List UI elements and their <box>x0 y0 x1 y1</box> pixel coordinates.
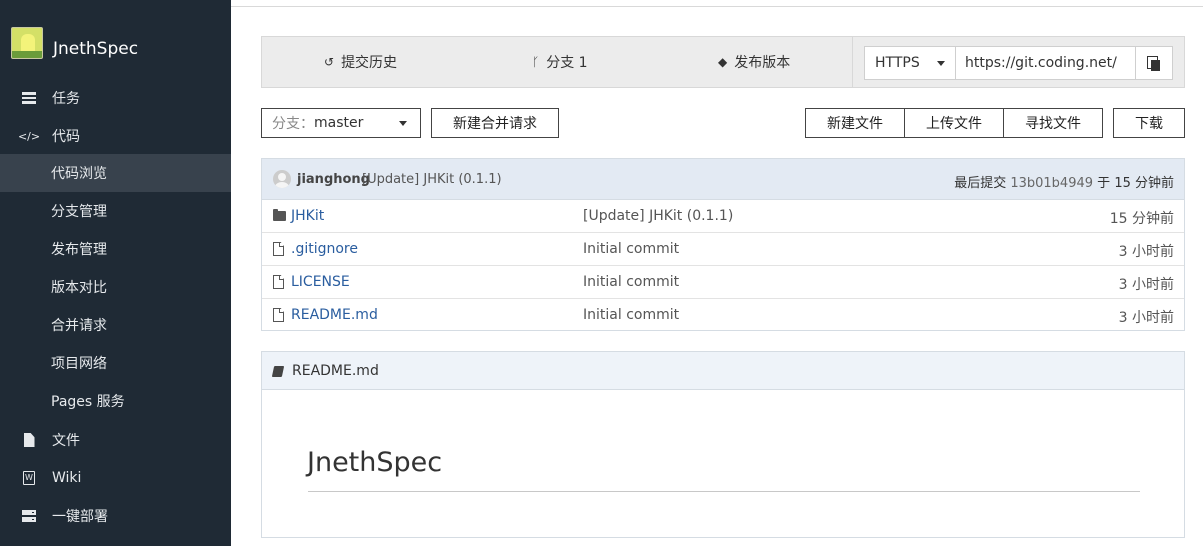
branch-prefix: 分支： <box>272 116 314 132</box>
file-name-link[interactable]: .gitignore <box>291 241 358 257</box>
tag-icon: ◆ <box>718 55 728 69</box>
file-table: jianghong [Update] JHKit (0.1.1) 最后提交 13… <box>261 158 1185 331</box>
project-avatar <box>11 27 43 59</box>
folder-icon <box>273 209 286 221</box>
file-icon <box>273 308 284 323</box>
latest-label: 最后提交 <box>954 176 1007 191</box>
sidebar-item-pages[interactable]: Pages 服务 <box>0 382 231 420</box>
top-divider <box>231 6 1203 7</box>
branch-select[interactable]: 分支： master <box>261 108 421 138</box>
branch-value: master <box>314 115 364 131</box>
sidebar-item-label: 项目网络 <box>51 356 107 372</box>
commit-history-link[interactable]: ↺ 提交历史 <box>324 37 397 87</box>
clone-panel: HTTPS https://git.coding.net/ <box>853 36 1185 88</box>
repo-stats-bar: ↺ 提交历史 ᚴ 分支 1 ◆ 发布版本 <box>261 36 853 88</box>
readme-panel: README.md JnethSpec <box>261 351 1185 538</box>
user-avatar <box>273 170 291 188</box>
sidebar-item-code-browse[interactable]: 代码浏览 <box>0 154 231 192</box>
readme-filename: README.md <box>292 363 379 379</box>
copy-icon <box>1147 55 1161 71</box>
sidebar-item-label: 发布管理 <box>51 242 107 258</box>
file-icon <box>273 275 284 290</box>
file-commit-message[interactable]: [Update] JHKit (0.1.1) <box>583 208 733 224</box>
sidebar-item-wiki[interactable]: W Wiki <box>0 459 231 497</box>
file-time: 3 小时前 <box>1118 310 1174 326</box>
caret-down-icon <box>937 61 945 66</box>
file-time: 3 小时前 <box>1118 277 1174 293</box>
file-name-link[interactable]: README.md <box>291 307 378 323</box>
table-row: LICENSE Initial commit 3 小时前 <box>262 266 1184 299</box>
branch-icon: ᚴ <box>532 55 540 69</box>
caret-down-icon <box>399 121 407 126</box>
sidebar-item-label: 代码 <box>52 129 80 145</box>
sidebar-item-compare[interactable]: 版本对比 <box>0 268 231 306</box>
file-commit-message[interactable]: Initial commit <box>583 241 679 257</box>
project-header[interactable]: JnethSpec <box>0 6 231 78</box>
sidebar-item-label: 版本对比 <box>51 280 107 296</box>
new-file-button[interactable]: 新建文件 <box>805 108 905 138</box>
sidebar-item-label: 文件 <box>52 433 80 449</box>
commit-time: 15 分钟前 <box>1114 176 1174 191</box>
file-icon <box>273 242 284 257</box>
sidebar-item-label: 合并请求 <box>51 318 107 334</box>
project-name: JnethSpec <box>53 39 139 59</box>
commit-hash[interactable]: 13b01b4949 <box>1010 176 1093 191</box>
file-name-link[interactable]: JHKit <box>291 208 324 224</box>
commit-message[interactable]: [Update] JHKit (0.1.1) <box>362 172 502 187</box>
file-icon <box>22 433 36 447</box>
sidebar-item-releases[interactable]: 发布管理 <box>0 230 231 268</box>
file-commit-message[interactable]: Initial commit <box>583 274 679 290</box>
sidebar-item-label: 分支管理 <box>51 204 107 220</box>
sidebar-item-deploy[interactable]: 一键部署 <box>0 497 231 535</box>
copy-button[interactable] <box>1135 46 1173 80</box>
commit-author[interactable]: jianghong <box>297 172 370 187</box>
protocol-select[interactable]: HTTPS <box>864 46 956 80</box>
sidebar-item-label: 任务 <box>52 91 80 107</box>
sidebar-item-code[interactable]: </> 代码 <box>0 117 231 155</box>
file-commit-message[interactable]: Initial commit <box>583 307 679 323</box>
upload-file-button[interactable]: 上传文件 <box>904 108 1004 138</box>
latest-commit-info: 最后提交 13b01b4949 于 15 分钟前 <box>954 172 1174 191</box>
branches-link[interactable]: ᚴ 分支 1 <box>532 37 588 87</box>
heading-divider <box>308 491 1140 492</box>
download-button[interactable]: 下载 <box>1113 108 1185 138</box>
releases-label: 发布版本 <box>734 55 791 71</box>
sidebar: JnethSpec 任务 </> 代码 代码浏览 分支管理 发布管理 版本对比 … <box>0 0 231 546</box>
latest-commit-header: jianghong [Update] JHKit (0.1.1) 最后提交 13… <box>262 159 1184 200</box>
sidebar-item-label: 一键部署 <box>52 509 108 525</box>
sidebar-item-tasks[interactable]: 任务 <box>0 79 231 117</box>
find-file-button[interactable]: 寻找文件 <box>1003 108 1103 138</box>
history-icon: ↺ <box>324 55 335 69</box>
code-icon: </> <box>17 129 41 143</box>
file-time: 15 分钟前 <box>1109 211 1174 227</box>
sidebar-item-files[interactable]: 文件 <box>0 421 231 459</box>
sidebar-item-branches[interactable]: 分支管理 <box>0 192 231 230</box>
file-time: 3 小时前 <box>1118 244 1174 260</box>
commit-history-label: 提交历史 <box>341 55 398 71</box>
sidebar-item-label: Wiki <box>52 470 82 486</box>
file-name-link[interactable]: LICENSE <box>291 274 350 290</box>
wiki-icon: W <box>22 471 36 485</box>
deploy-icon <box>22 509 36 523</box>
table-row: JHKit [Update] JHKit (0.1.1) 15 分钟前 <box>262 200 1184 233</box>
table-row: README.md Initial commit 3 小时前 <box>262 299 1184 332</box>
table-row: .gitignore Initial commit 3 小时前 <box>262 233 1184 266</box>
readme-heading: JnethSpec <box>307 447 443 478</box>
time-prefix: 于 <box>1097 176 1111 191</box>
branches-label: 分支 1 <box>546 55 588 71</box>
sidebar-item-label: Pages 服务 <box>51 394 125 410</box>
clone-url-input[interactable]: https://git.coding.net/ <box>955 46 1136 80</box>
sidebar-item-merge-requests[interactable]: 合并请求 <box>0 306 231 344</box>
readme-header: README.md <box>262 352 1184 390</box>
book-icon <box>271 366 285 377</box>
protocol-value: HTTPS <box>875 55 920 71</box>
new-merge-request-button[interactable]: 新建合并请求 <box>431 108 559 138</box>
sidebar-item-network[interactable]: 项目网络 <box>0 344 231 382</box>
sidebar-item-label: 代码浏览 <box>51 166 107 182</box>
tasks-icon <box>22 91 36 105</box>
releases-link[interactable]: ◆ 发布版本 <box>718 37 790 87</box>
